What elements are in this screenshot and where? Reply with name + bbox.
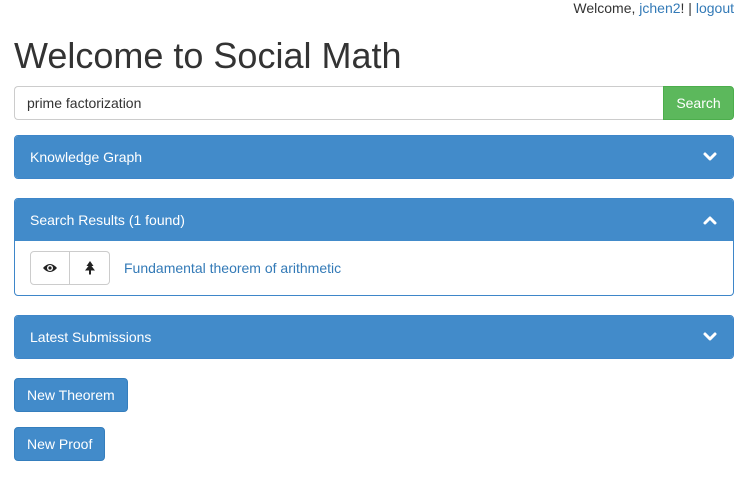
- logout-link[interactable]: logout: [696, 0, 734, 16]
- search-results-panel-heading[interactable]: Search Results (1 found): [15, 199, 733, 241]
- tree-icon: [84, 261, 95, 275]
- page-title: Welcome to Social Math: [14, 35, 402, 76]
- tree-button[interactable]: [70, 251, 110, 285]
- welcome-prefix: Welcome,: [573, 0, 640, 16]
- result-link[interactable]: Fundamental theorem of arithmetic: [124, 260, 341, 276]
- knowledge-graph-panel: Knowledge Graph: [14, 135, 734, 179]
- chevron-up-icon[interactable]: [702, 212, 718, 228]
- knowledge-graph-panel-heading[interactable]: Knowledge Graph: [15, 136, 733, 178]
- chevron-down-icon[interactable]: [702, 149, 718, 165]
- search-bar: Search: [14, 86, 734, 120]
- knowledge-graph-panel-title: Knowledge Graph: [30, 149, 143, 165]
- search-button[interactable]: Search: [663, 86, 734, 120]
- eye-icon: [43, 264, 57, 272]
- welcome-suffix: ! |: [680, 0, 696, 16]
- search-results-panel-title: Search Results (1 found): [30, 212, 185, 228]
- latest-submissions-panel-title: Latest Submissions: [30, 329, 152, 345]
- latest-submissions-panel: Latest Submissions: [14, 315, 734, 359]
- new-theorem-button[interactable]: New Theorem: [14, 378, 128, 412]
- latest-submissions-panel-heading[interactable]: Latest Submissions: [15, 316, 733, 358]
- new-proof-button[interactable]: New Proof: [14, 427, 106, 461]
- search-result-item: Fundamental theorem of arithmetic: [15, 241, 733, 295]
- username-link[interactable]: jchen2: [639, 0, 680, 16]
- view-button[interactable]: [30, 251, 70, 285]
- search-results-panel: Search Results (1 found) Fundamental the…: [14, 198, 734, 296]
- user-greeting: Welcome, jchen2! | logout: [573, 0, 734, 16]
- search-input[interactable]: [14, 86, 663, 120]
- result-action-group: [30, 251, 110, 285]
- chevron-down-icon[interactable]: [702, 329, 718, 345]
